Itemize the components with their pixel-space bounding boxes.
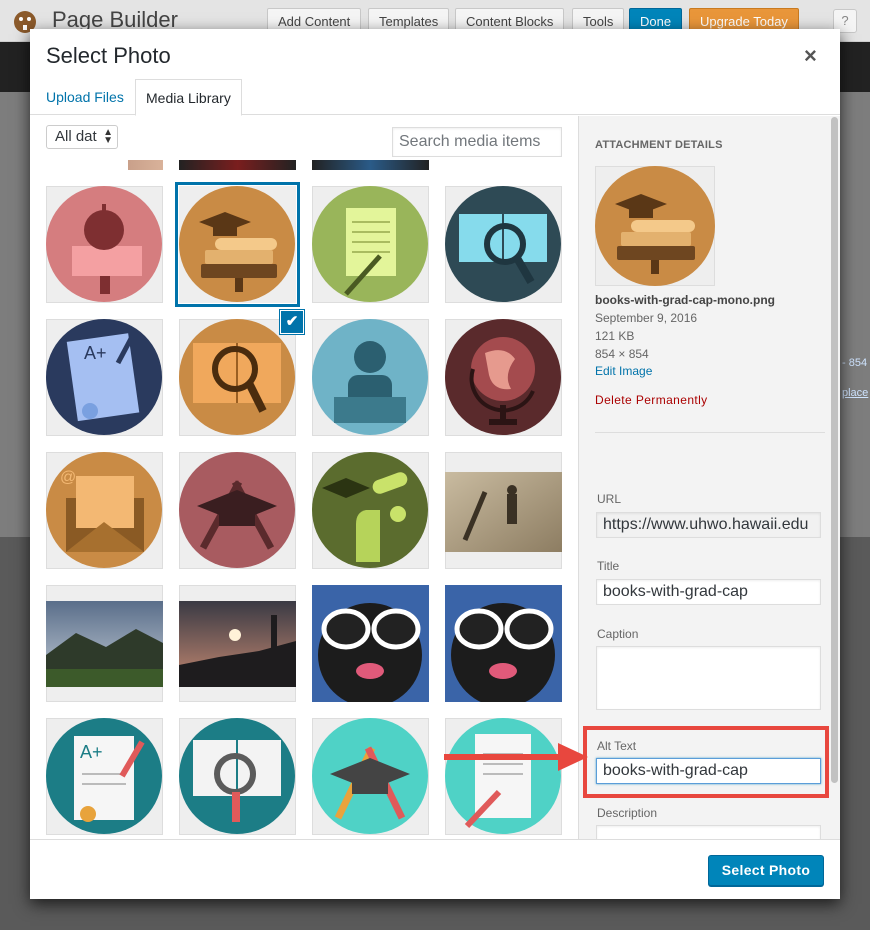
media-item-mountain-clouds-photo[interactable] [46, 585, 163, 702]
svg-text:A+: A+ [84, 343, 107, 363]
select-photo-modal: Select Photo × Upload Files Media Librar… [30, 29, 840, 899]
background-link: place [842, 387, 869, 399]
sidebar-divider [595, 432, 825, 433]
title-label: Title [597, 559, 620, 573]
media-item-sunset-photo[interactable] [179, 585, 296, 702]
close-icon[interactable]: × [804, 45, 817, 67]
media-item-books-grad-cap[interactable] [179, 186, 296, 303]
description-field[interactable] [596, 825, 821, 839]
attachment-thumbnail [595, 166, 715, 286]
media-item-book-magnifier-orange[interactable] [179, 319, 296, 436]
media-item-hand-diploma[interactable] [312, 452, 429, 569]
attachment-size: 121 KB [595, 329, 635, 343]
search-input[interactable]: Search media items [392, 127, 562, 157]
media-item-grad-cap-pencils[interactable] [179, 452, 296, 569]
svg-text:@: @ [60, 469, 76, 486]
date-filter-select[interactable]: All dat ▲ ▼ [46, 125, 118, 149]
selected-check-icon[interactable]: ✔ [280, 310, 304, 334]
modal-title: Select Photo [46, 43, 171, 68]
edit-image-link[interactable]: Edit Image [595, 364, 652, 378]
caption-field[interactable] [596, 646, 821, 710]
select-arrows-icon: ▲ ▼ [103, 127, 113, 146]
modal-footer: Select Photo [30, 839, 840, 899]
url-label: URL [597, 492, 622, 506]
annotation-arrow-icon [444, 743, 588, 771]
media-item-a-plus-certificate[interactable]: A+ [46, 319, 163, 436]
media-thumb-partial[interactable] [312, 160, 429, 170]
tab-media-library[interactable]: Media Library [135, 79, 242, 116]
tab-upload-files[interactable]: Upload Files [36, 79, 134, 115]
sidebar-scrollbar[interactable] [831, 117, 838, 783]
attachment-details-sidebar: Attachment Details books-with-grad-cap-m… [578, 116, 840, 839]
attachment-date: September 9, 2016 [595, 311, 698, 325]
media-item-grad-cap-pencils-teal[interactable] [312, 718, 429, 835]
date-filter-value: All dat [55, 128, 97, 145]
media-item-globe[interactable] [445, 319, 562, 436]
delete-permanently-link[interactable]: Delete Permanently [595, 393, 708, 407]
media-item-paper-pencil[interactable] [312, 186, 429, 303]
media-item-sand-shadow-photo[interactable] [445, 452, 562, 569]
title-field[interactable]: books-with-grad-cap [596, 579, 821, 605]
media-item-email-envelope[interactable]: @ [46, 452, 163, 569]
media-item-paper-pencil-teal[interactable] [445, 718, 562, 835]
attachment-filename: books-with-grad-cap-mono.png [595, 293, 775, 307]
alt-text-field[interactable]: books-with-grad-cap [596, 758, 821, 784]
media-item-open-book-magnifier-teal[interactable] [179, 718, 296, 835]
attachment-details-heading: Attachment Details [595, 139, 723, 151]
url-field[interactable]: https://www.uhwo.hawaii.edu [596, 512, 821, 538]
select-photo-button[interactable]: Select Photo [708, 855, 824, 886]
media-grid: A+ @ A+ ✔ [30, 160, 578, 840]
background-text: - 854 [842, 357, 868, 369]
svg-text:A+: A+ [80, 742, 103, 762]
media-thumb-partial[interactable] [46, 160, 163, 170]
media-item-a-plus-paper[interactable]: A+ [46, 718, 163, 835]
media-item-reader[interactable] [312, 319, 429, 436]
media-item-dog-sunglasses-photo-2[interactable] [445, 585, 562, 702]
modal-tabs: Upload Files Media Library [30, 79, 840, 116]
media-thumb-partial[interactable] [179, 160, 296, 170]
attachment-dimensions: 854 × 854 [595, 347, 649, 361]
caption-label: Caption [597, 627, 639, 641]
media-item-open-book-magnifier[interactable] [445, 186, 562, 303]
description-label: Description [597, 806, 658, 820]
media-item-dog-sunglasses-photo[interactable] [312, 585, 429, 702]
media-item-apple[interactable] [46, 186, 163, 303]
